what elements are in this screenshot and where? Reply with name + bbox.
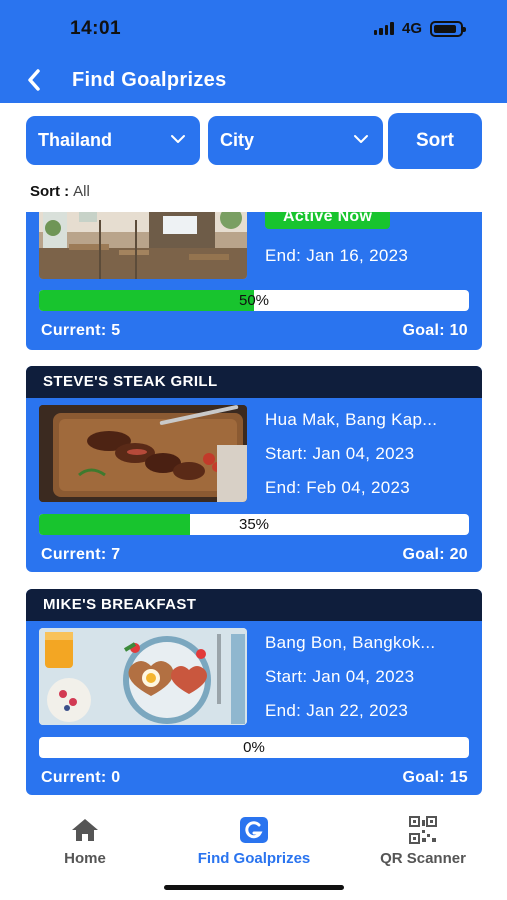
venue-photo [39, 212, 247, 279]
location: Bang Bon, Bangkok... [265, 633, 436, 652]
progress-bar: 35% [39, 514, 469, 535]
app-header: 14:01 4G Find Goalprizes [0, 0, 507, 103]
start-date: Start: Jan 04, 2023 [265, 444, 415, 463]
venue-photo [39, 405, 247, 502]
sort-status-value: All [73, 183, 90, 200]
sort-status: Sort : All [30, 183, 90, 200]
progress-label: 35% [238, 516, 270, 533]
tab-home[interactable]: Home [55, 815, 115, 867]
breakfast-image [39, 628, 247, 725]
current-count: Current: 0 [41, 769, 121, 786]
venue-photo [39, 628, 247, 725]
status-time: 14:01 [70, 18, 122, 39]
goalprize-list[interactable]: Active Now End: Jan 16, 2023 50% Current… [26, 212, 482, 802]
page-title: Find Goalprizes [72, 69, 227, 91]
steak-image [39, 405, 247, 502]
country-select[interactable]: Thailand [26, 116, 200, 165]
tab-home-label: Home [64, 850, 106, 867]
back-button[interactable] [24, 66, 46, 94]
progress-bar: 50% [39, 290, 469, 311]
chevron-down-icon [171, 135, 185, 143]
chevron-down-icon [354, 135, 368, 143]
restaurant-name: MIKE'S BREAKFAST [26, 589, 482, 621]
battery-icon [430, 20, 466, 37]
network-type: 4G [401, 20, 422, 37]
location: Hua Mak, Bang Kap... [265, 410, 438, 429]
tab-find-goalprizes[interactable]: Find Goalprizes [180, 815, 328, 867]
progress-bar: 0% [39, 737, 469, 758]
country-select-value: Thailand [38, 130, 113, 150]
goal-count: Goal: 15 [402, 769, 468, 786]
current-count: Current: 5 [41, 322, 121, 339]
end-date: End: Jan 22, 2023 [265, 701, 409, 720]
cafe-interior-image [39, 212, 247, 279]
goalprize-card[interactable]: Active Now End: Jan 16, 2023 50% Current… [26, 212, 482, 350]
progress-label: 0% [243, 739, 265, 756]
current-count: Current: 7 [41, 546, 121, 563]
signal-icon [373, 22, 394, 35]
goalprizes-logo-icon [240, 817, 268, 843]
city-select[interactable]: City [208, 116, 383, 165]
goal-count: Goal: 10 [402, 322, 468, 339]
goalprize-card[interactable]: STEVE'S STEAK GRILL Hua Mak, Bang Kap...… [26, 366, 482, 572]
sort-status-label: Sort : [30, 183, 70, 200]
tab-qr-label: QR Scanner [380, 850, 466, 867]
back-chevron-icon [28, 69, 40, 91]
end-date: End: Feb 04, 2023 [265, 478, 410, 497]
filter-bar: Thailand City Sort [26, 113, 482, 169]
home-icon [72, 819, 98, 841]
restaurant-name: STEVE'S STEAK GRILL [26, 366, 482, 398]
tab-find-label: Find Goalprizes [197, 850, 311, 867]
city-select-value: City [220, 130, 255, 150]
start-date: Start: Jan 04, 2023 [265, 667, 415, 686]
active-status-badge: Active Now [265, 212, 391, 229]
tab-qr-scanner[interactable]: QR Scanner [368, 815, 478, 867]
sort-button[interactable]: Sort [388, 113, 482, 169]
goalprize-card[interactable]: MIKE'S BREAKFAST Bang Bon, Bangkok... St… [26, 589, 482, 795]
status-icons: 4G [373, 20, 466, 37]
home-indicator [164, 885, 344, 890]
goal-count: Goal: 20 [402, 546, 468, 563]
qr-code-icon [409, 816, 437, 844]
progress-label: 50% [238, 292, 270, 309]
end-date: End: Jan 16, 2023 [265, 246, 409, 265]
